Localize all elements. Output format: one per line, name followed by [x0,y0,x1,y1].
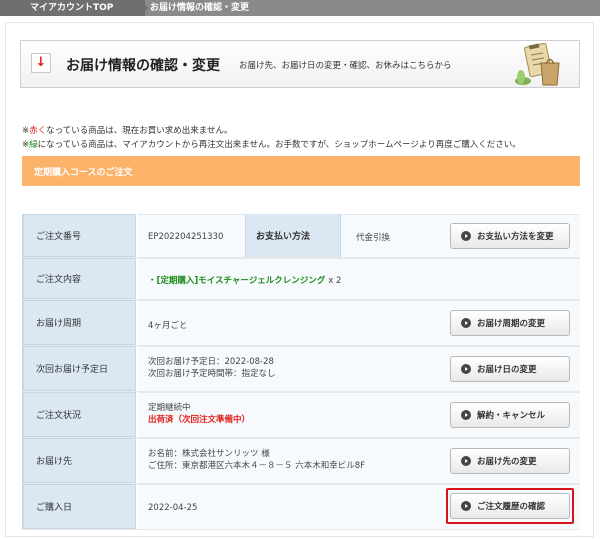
order-status-shipped: 出荷済（次回注文準備中） [148,415,251,425]
table-row-order-status: ご注文状況 定期継続中 出荷済（次回注文準備中） 解約・キャンセル [22,392,580,438]
subscription-order-banner: 定期購入コースのご注文 [22,156,580,186]
order-number-label: ご注文番号 [22,214,136,257]
next-delivery-label: 次回お届け予定日 [22,346,136,391]
delivery-address-street: ご住所：東京都港区六本木４－８－５ 六本木和幸ビル8F [148,461,366,471]
page-header: ↓ お届け情報の確認・変更 お届け先、お届け日の変更・確認、お休みはこちらから [20,40,580,88]
table-row-delivery-cycle: お届け周期 4ヶ月ごと お届け周期の変更 [22,300,580,346]
next-delivery-date: 次回お届け予定日：2022-08-28 [148,357,274,367]
order-content-label: ご注文内容 [22,258,136,299]
order-content-product: ・[定期購入]モイスチャージェルクレンジング x 2 [148,276,342,286]
page-title: お届け情報の確認・変更 [66,58,220,74]
delivery-cycle-label: お届け周期 [22,300,136,345]
banner-label: 定期購入コースのご注文 [34,168,133,178]
note-green-no-reorder: ※緑になっている商品は、マイアカウントから再注文出来ません。お手数ですが、ショッ… [22,140,521,150]
order-content-quantity: x 2 [328,276,342,286]
table-row-order-number: ご注文番号 EP202204251330 お支払い方法 代金引換 お支払い方法を… [22,214,580,258]
play-circle-icon [461,501,471,511]
cancel-subscription-button[interactable]: 解約・キャンセル [450,402,570,428]
order-content-cell: ・[定期購入]モイスチャージェルクレンジング x 2 [138,258,580,299]
delivery-address-label: お届け先 [22,438,136,483]
clipboard-shopping-bag-illustration [515,43,560,86]
play-circle-icon [461,456,471,466]
delivery-address-name: お名前：株式会社サンリッツ 様 [148,449,270,459]
play-circle-icon [461,231,471,241]
purchase-date-value: 2022-04-25 [148,503,198,513]
table-row-next-delivery: 次回お届け予定日 次回お届け予定日：2022-08-28 次回お届け予定時間帯：… [22,346,580,392]
breadcrumb-separator-icon [140,0,148,16]
view-order-history-button[interactable]: ご注文履歴の確認 [450,493,570,519]
payment-method-label: お支払い方法 [245,214,341,257]
breadcrumb-myaccount-top-link[interactable]: マイアカウントTOP [0,0,145,16]
breadcrumb: マイアカウントTOP お届け情報の確認・変更 [0,0,600,16]
payment-method-value: 代金引換 [356,233,391,243]
change-delivery-cycle-button[interactable]: お届け周期の変更 [450,310,570,336]
notes: ※赤くなっている商品は、現在お買い求め出来ません。 ※緑になっている商品は、マイ… [22,124,521,152]
change-delivery-address-button[interactable]: お届け先の変更 [450,448,570,474]
note-red-unavailable: ※赤くなっている商品は、現在お買い求め出来ません。 [22,126,233,136]
breadcrumb-current: お届け情報の確認・変更 [150,3,250,13]
page-subtitle: お届け先、お届け日の変更・確認、お休みはこちらから [239,61,452,71]
play-circle-icon [461,318,471,328]
play-circle-icon [461,364,471,374]
order-number-value: EP202204251330 [148,232,224,242]
purchase-date-label: ご購入日 [22,484,136,529]
table-row-purchase-date: ご購入日 2022-04-25 ご注文履歴の確認 [22,484,580,530]
play-circle-icon [461,410,471,420]
down-arrow-icon: ↓ [31,53,51,73]
order-status-label: ご注文状況 [22,392,136,437]
next-delivery-timeslot: 次回お届け予定時間帯：指定なし [148,369,276,379]
table-row-order-content: ご注文内容 ・[定期購入]モイスチャージェルクレンジング x 2 [22,258,580,300]
delivery-cycle-value: 4ヶ月ごと [148,321,188,331]
change-delivery-date-button[interactable]: お届け日の変更 [450,356,570,382]
order-status-continuing: 定期継続中 [148,403,191,413]
table-row-delivery-address: お届け先 お名前：株式会社サンリッツ 様 ご住所：東京都港区六本木４－８－５ 六… [22,438,580,484]
change-payment-method-button[interactable]: お支払い方法を変更 [450,223,570,249]
